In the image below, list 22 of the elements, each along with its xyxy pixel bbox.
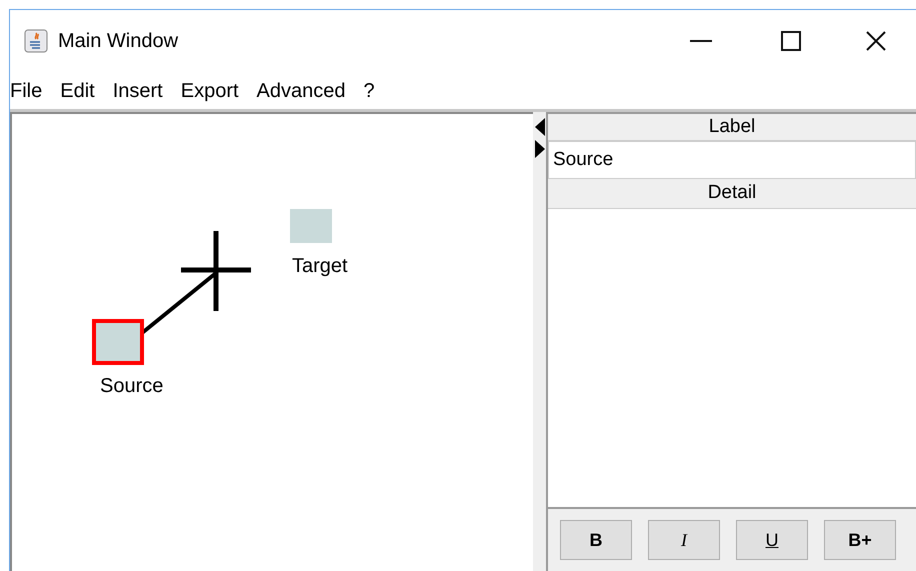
format-button[interactable]: U [736, 520, 808, 560]
menu-item[interactable]: File [10, 76, 50, 106]
format-button[interactable]: I [648, 520, 720, 560]
diagram-canvas[interactable]: Source Target [10, 112, 533, 571]
menu-item[interactable]: Edit [52, 76, 103, 106]
close-icon [866, 31, 886, 51]
maximize-icon [781, 31, 801, 51]
label-field[interactable]: Source [548, 141, 916, 179]
node-box[interactable] [290, 209, 332, 243]
format-button[interactable]: B+ [824, 520, 896, 560]
menu-item[interactable]: ? [356, 76, 383, 106]
menu-item[interactable]: Export [172, 76, 247, 106]
menu-item[interactable]: Advanced [248, 76, 354, 106]
minimize-icon [690, 40, 712, 42]
node-label: Target [292, 254, 348, 279]
node-label: Source [100, 374, 164, 399]
node-box[interactable] [92, 319, 144, 365]
window-title: Main Window [58, 29, 178, 54]
crosshair-cursor-icon [181, 231, 253, 311]
menu-item[interactable]: Insert [104, 76, 171, 106]
app-icon [24, 29, 48, 53]
format-button[interactable]: B [560, 520, 632, 560]
